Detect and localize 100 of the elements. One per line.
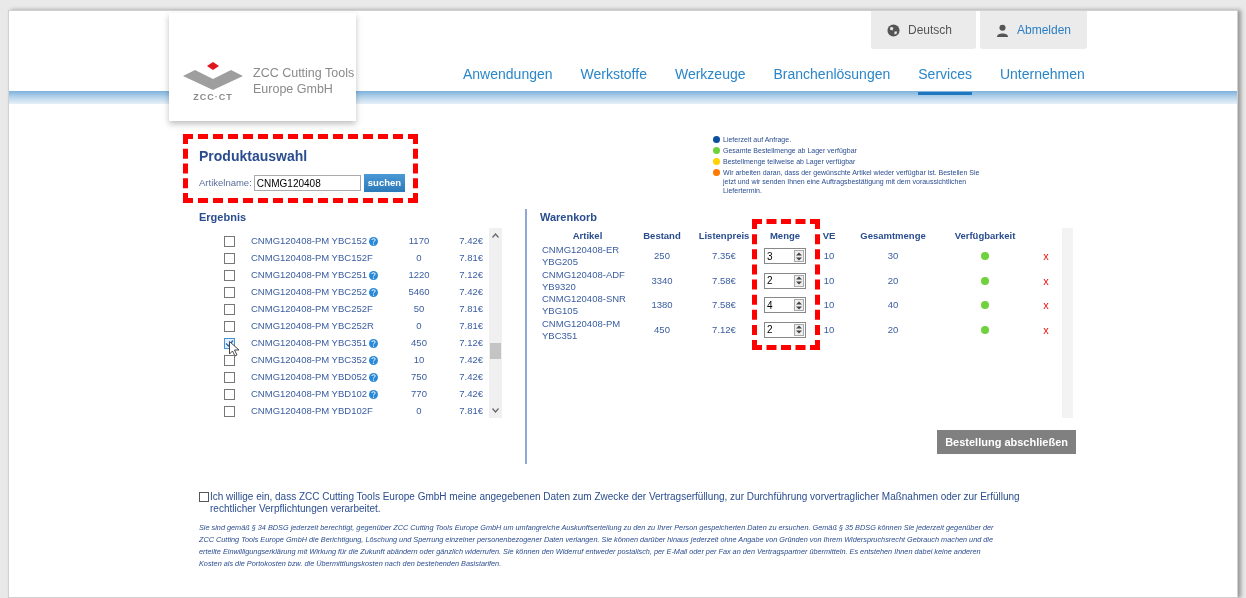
number-field[interactable]: 2: [764, 272, 806, 289]
scroll-down-icon[interactable]: [492, 408, 499, 413]
product-link[interactable]: CNMG120408-PM YBC252: [251, 285, 367, 300]
spinner-icon[interactable]: [794, 299, 804, 312]
cursor-icon: [229, 341, 240, 357]
product-link[interactable]: CNMG120408-PM YBC252F: [251, 302, 373, 317]
table-cell: 20: [887, 323, 899, 336]
company-name: ZCC Cutting Tools: [253, 65, 355, 81]
scrollbar[interactable]: [489, 228, 502, 418]
table-cell-text: 7.81€: [458, 319, 483, 334]
table-cell: 3340: [651, 274, 673, 287]
section-title: Ergebnis: [199, 210, 248, 225]
help-icon[interactable]: [369, 237, 378, 246]
table-cell-text: 7.42€: [458, 285, 483, 300]
spinner-icon[interactable]: [794, 250, 804, 263]
remove-button[interactable]: x: [1043, 297, 1049, 314]
table-cell-text: 7.81€: [458, 404, 483, 419]
table-cell: 30: [887, 250, 899, 263]
table-cell-text: 7.42€: [458, 387, 483, 402]
table-cell-text: 750: [410, 370, 428, 385]
spinner-icon[interactable]: [794, 323, 804, 336]
number-field[interactable]: 3: [764, 248, 806, 265]
table-cell: 450: [654, 323, 670, 336]
nav-link[interactable]: Branchenlösungen: [773, 64, 891, 95]
product-link[interactable]: CNMG120408-PM YBC352: [251, 353, 367, 368]
field-label: Artikelname:: [199, 175, 252, 190]
checkbox[interactable]: [224, 253, 235, 264]
column-header: Menge: [769, 228, 801, 243]
product-link[interactable]: CNMG120408-PM YBC152: [251, 234, 367, 249]
checkbox[interactable]: [224, 236, 235, 247]
table-cell: 7.12€: [712, 323, 736, 336]
product-link[interactable]: CNMG120408-PM YBD102: [251, 387, 367, 402]
product-link[interactable]: CNMG120408-PM YBC351: [251, 336, 367, 351]
product-link[interactable]: CNMG120408-ER YBG205: [542, 244, 635, 269]
spinner-icon[interactable]: [794, 274, 804, 287]
consent-text: Ich willige ein, dass ZCC Cutting Tools Europe GmbH meine angegebenen Daten zum Zwecke der Vertragserfüllung, zur Durchführung vorvertraglicher Maßnahmen oder zur Erfüllung rechtlicher Verpflichtungen verarbeitet.: [210, 491, 1021, 515]
column-header: Bestand: [643, 228, 681, 243]
remove-button[interactable]: x: [1043, 272, 1049, 289]
checkbox[interactable]: [224, 389, 235, 400]
section-title: Produktauswahl: [199, 147, 309, 165]
product-link[interactable]: CNMG120408-PM YBD052: [251, 370, 367, 385]
table-cell: 10: [823, 299, 835, 312]
table-cell-text: 0: [415, 404, 423, 419]
help-icon[interactable]: [369, 339, 378, 348]
checkbox[interactable]: [224, 321, 235, 332]
logout-button[interactable]: Abmelden: [980, 11, 1087, 49]
checkbox[interactable]: [199, 492, 209, 502]
column-header: Verfügbarkeit: [954, 228, 1016, 243]
checkbox[interactable]: [224, 287, 235, 298]
table-cell: 7.58€: [712, 274, 736, 287]
table-cell: 40: [887, 299, 899, 312]
product-link[interactable]: CNMG120408-PM YBC252R: [251, 319, 374, 334]
help-icon[interactable]: [369, 390, 378, 399]
search-button[interactable]: suchen: [363, 174, 406, 192]
column-header: Listenpreis: [698, 228, 750, 243]
help-icon[interactable]: [369, 288, 378, 297]
product-link[interactable]: CNMG120408-PM YBC152F: [251, 251, 373, 266]
nav-link[interactable]: Werkzeuge: [674, 64, 746, 95]
checkbox[interactable]: [224, 355, 235, 366]
logo-mark: ZCC·CT: [193, 92, 233, 103]
checkbox[interactable]: [224, 406, 235, 417]
remove-button[interactable]: x: [1043, 248, 1049, 265]
product-link[interactable]: CNMG120408-PM YBD102F: [251, 404, 373, 419]
table-cell-text: 50: [412, 302, 426, 317]
table-cell: 10: [823, 250, 835, 263]
table-cell-text: 7.81€: [458, 251, 483, 266]
table-cell-text: 450: [410, 336, 428, 351]
table-cell-text: 0: [415, 251, 423, 266]
table-cell-text: 0: [415, 319, 423, 334]
nav-link[interactable]: Unternehmen: [999, 64, 1085, 95]
scroll-thumb[interactable]: [490, 343, 501, 359]
checkbox[interactable]: [224, 304, 235, 315]
product-link[interactable]: CNMG120408-PM YBC351: [542, 317, 635, 342]
table-cell-text: 7.42€: [458, 370, 483, 385]
input-field[interactable]: CNMG120408: [253, 175, 361, 191]
user-icon: [996, 23, 1009, 37]
remove-button[interactable]: x: [1043, 321, 1049, 338]
product-link[interactable]: CNMG120408-ADF YB9320: [542, 268, 635, 293]
checkbox[interactable]: [224, 372, 235, 383]
table-cell: 20: [887, 274, 899, 287]
order-button[interactable]: Bestellung abschließen: [937, 430, 1076, 454]
table-cell-text: 7.42€: [458, 353, 483, 368]
number-field[interactable]: 2: [764, 321, 806, 338]
help-icon[interactable]: [369, 271, 378, 280]
nav-link[interactable]: Anwendungen: [463, 64, 553, 95]
help-icon[interactable]: [369, 373, 378, 382]
language-button[interactable]: Deutsch: [871, 11, 976, 49]
checkbox[interactable]: [224, 270, 235, 281]
table-cell-text: 5460: [407, 285, 431, 300]
section-title: Warenkorb: [540, 210, 599, 225]
table-cell: 1380: [651, 299, 673, 312]
product-link[interactable]: CNMG120408-SNR YBG105: [542, 293, 635, 318]
number-field[interactable]: 4: [764, 297, 806, 314]
scroll-up-icon[interactable]: [492, 233, 499, 238]
nav-link[interactable]: Services: [918, 64, 972, 95]
help-icon[interactable]: [369, 356, 378, 365]
table-cell-text: 7.81€: [458, 302, 483, 317]
table-cell: 10: [823, 323, 835, 336]
product-link[interactable]: CNMG120408-PM YBC251: [251, 268, 367, 283]
nav-link[interactable]: Werkstoffe: [580, 64, 647, 95]
